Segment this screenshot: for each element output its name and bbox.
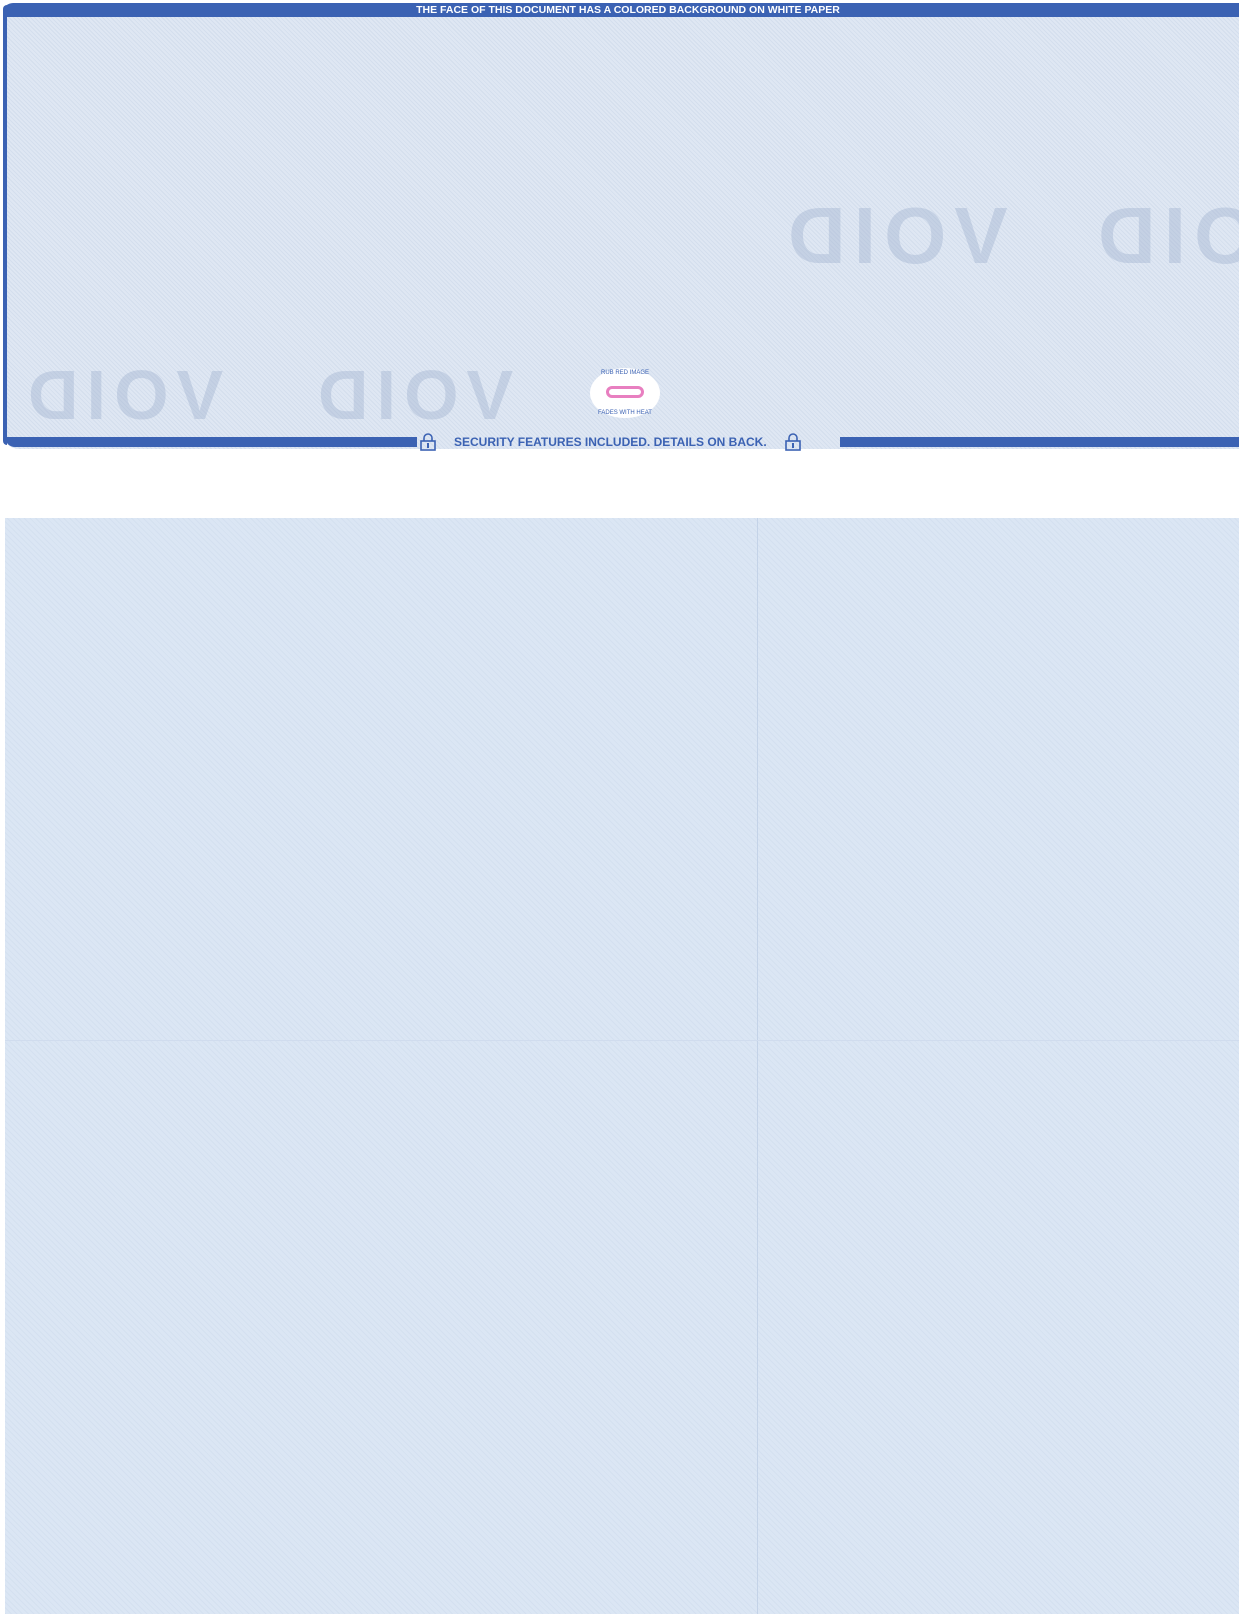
void-watermark: VOID <box>310 356 514 434</box>
security-text: SECURITY FEATURES INCLUDED. DETAILS ON B… <box>454 435 767 449</box>
seal-bottom-text: FADES WITH HEAT <box>598 410 652 416</box>
heat-sensitive-seal: RUB RED IMAGE FADES WITH HEAT <box>590 368 660 418</box>
void-watermark: VOID <box>20 356 224 434</box>
key-icon <box>606 386 644 398</box>
left-border <box>3 5 7 445</box>
footer-line-left <box>5 437 417 447</box>
lock-icon <box>784 433 801 451</box>
void-watermark: VOID <box>780 191 1008 280</box>
vertical-fold-line <box>757 518 758 1614</box>
security-notice: SECURITY FEATURES INCLUDED. DETAILS ON B… <box>420 432 840 452</box>
horizontal-fold-line <box>5 1040 1239 1041</box>
seal-top-text: RUB RED IMAGE <box>600 370 649 376</box>
footer-line-right <box>840 437 1239 447</box>
stub-area <box>5 518 1239 1614</box>
void-watermark: VOID <box>1090 191 1239 280</box>
header-notice: THE FACE OF THIS DOCUMENT HAS A COLORED … <box>3 3 1239 17</box>
lock-icon <box>420 433 436 451</box>
